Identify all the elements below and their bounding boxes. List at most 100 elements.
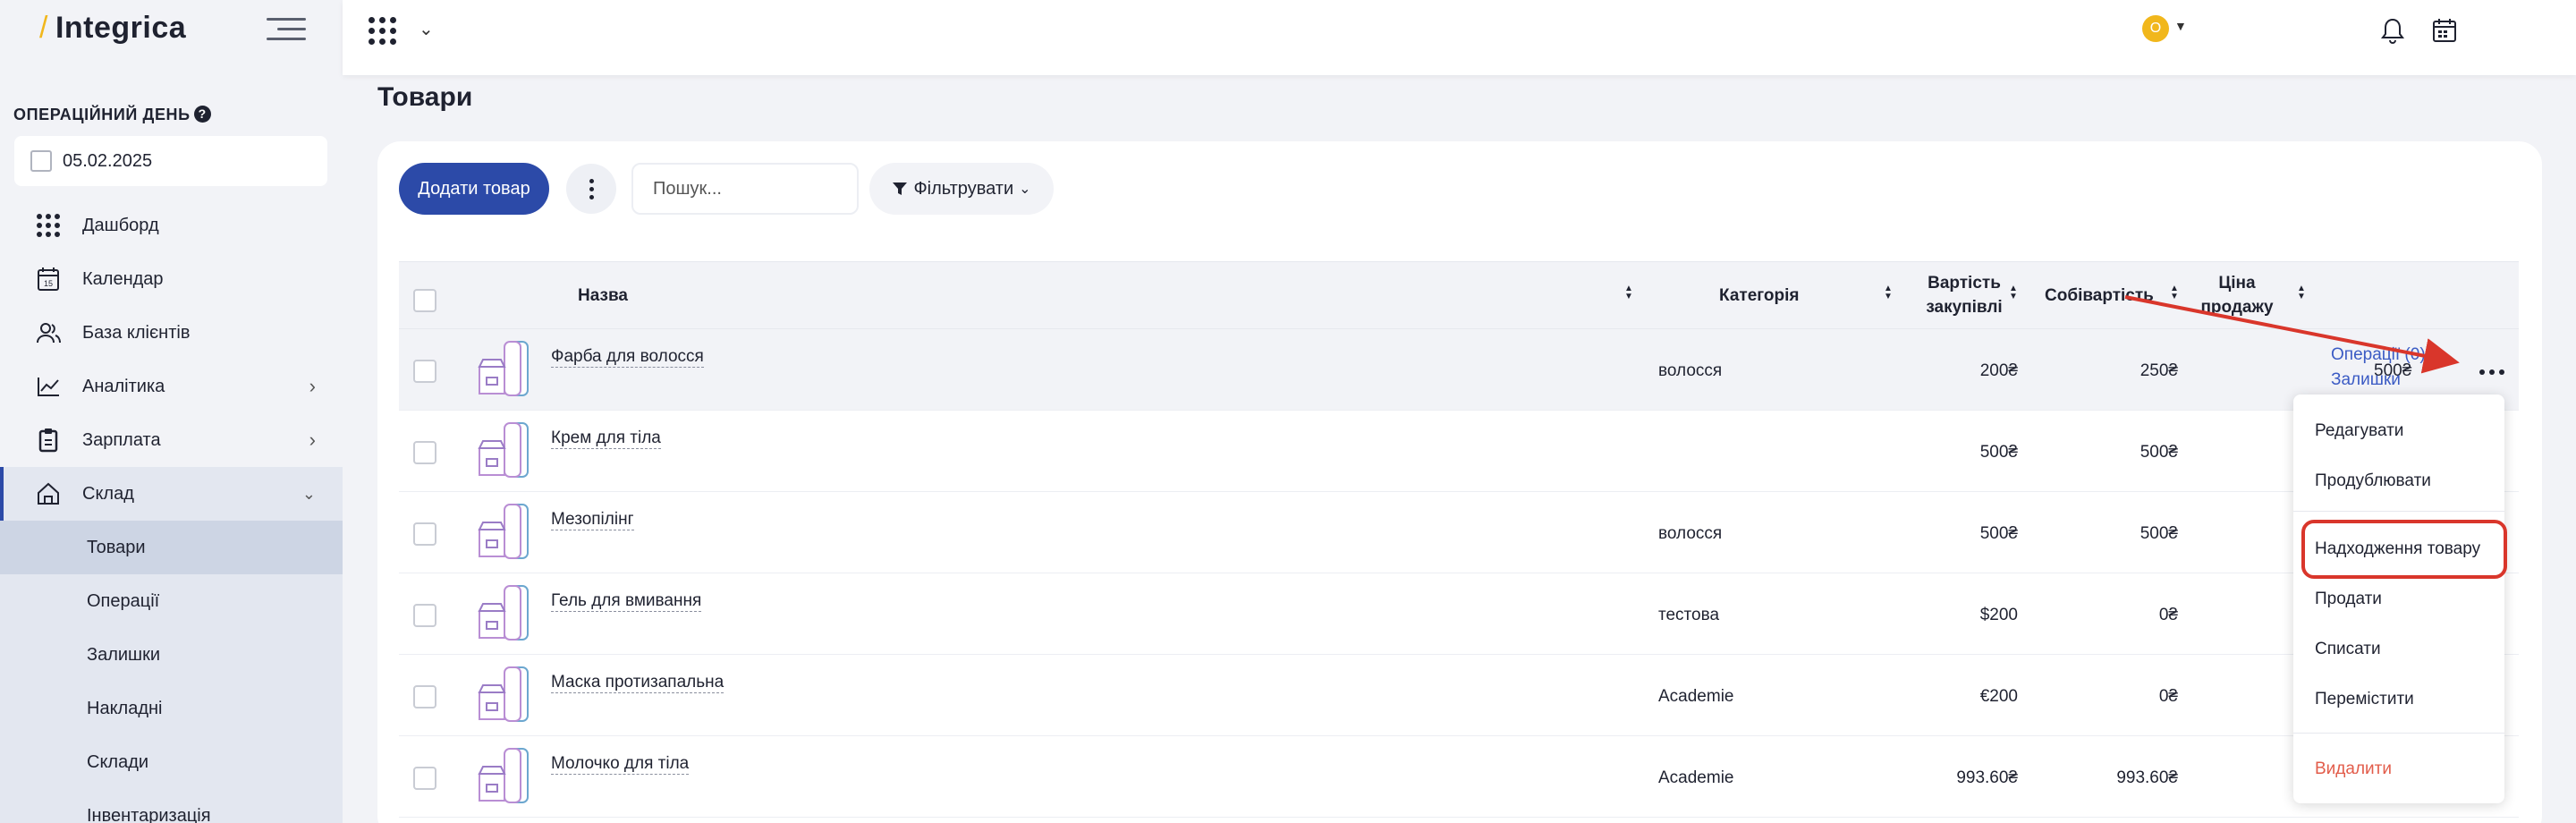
row-checkbox[interactable] <box>413 767 436 790</box>
search-input[interactable] <box>631 163 859 215</box>
grid-icon <box>36 213 61 238</box>
bell-icon[interactable] <box>2381 17 2406 44</box>
category-cell: тестова <box>1658 606 1720 624</box>
sidebar-item-analytics[interactable]: Аналітика › <box>0 360 343 413</box>
caret-down-icon[interactable]: ▼ <box>2174 19 2187 33</box>
column-header-cost[interactable]: Собівартість <box>2045 284 2154 308</box>
sidebar-item-calendar[interactable]: 15 Календар <box>0 252 343 306</box>
sort-icon[interactable] <box>2170 284 2179 301</box>
calendar-small-icon <box>30 150 52 172</box>
menu-item-move[interactable]: Перемістити <box>2315 690 2414 709</box>
row-checkbox[interactable] <box>413 522 436 546</box>
sidebar-item-label: Дашборд <box>82 215 159 235</box>
operations-link[interactable]: Операції (0) <box>2331 343 2426 368</box>
row-checkbox[interactable] <box>413 685 436 708</box>
date-value: 05.02.2025 <box>63 151 153 171</box>
sort-icon[interactable] <box>2009 284 2018 301</box>
row-actions-dropdown: Редагувати Продублювати Надходження това… <box>2293 395 2504 803</box>
topbar: ⌄ O ▼ <box>343 0 2576 75</box>
sort-icon[interactable] <box>1624 284 1633 301</box>
row-checkbox[interactable] <box>413 360 436 383</box>
filter-label: Фільтрувати <box>913 178 1014 199</box>
sidebar-item-warehouse[interactable]: Склад ⌄ <box>0 467 343 521</box>
sidebar-subitem-warehouses[interactable]: Склади <box>0 735 343 789</box>
chart-icon <box>36 374 61 399</box>
menu-toggle-icon[interactable] <box>267 18 306 43</box>
sidebar-item-clients[interactable]: База клієнтів <box>0 306 343 360</box>
sidebar-item-label: Склад <box>82 483 134 504</box>
cost-cell: 0₴ <box>2158 687 2178 706</box>
sidebar: / Integrica ОПЕРАЦІЙНИЙ ДЕНЬ? 05.02.2025 … <box>0 0 343 823</box>
category-cell: Academie <box>1658 687 1734 706</box>
logo-text: Integrica <box>55 11 187 45</box>
sort-icon[interactable] <box>2297 284 2306 301</box>
table-row[interactable]: Гель для вмиваннятестова$2000₴$40 <box>399 573 2519 655</box>
sidebar-subitem-products[interactable]: Товари <box>0 521 343 574</box>
clipboard-icon <box>36 428 61 453</box>
product-name-link[interactable]: Фарба для волосся <box>551 347 704 368</box>
chevron-down-icon[interactable]: ⌄ <box>419 18 434 40</box>
column-header-name[interactable]: Назва <box>578 284 628 308</box>
sidebar-item-label: Календар <box>82 268 164 289</box>
purchase-price-cell: $200 <box>1979 606 2018 624</box>
menu-item-sell[interactable]: Продати <box>2315 590 2382 609</box>
menu-item-write-off[interactable]: Списати <box>2315 640 2381 659</box>
table-row[interactable]: Маска протизапальнаAcademie€2000₴919.20 <box>399 655 2519 736</box>
filter-button[interactable]: Фільтрувати ⌄ <box>869 163 1054 215</box>
menu-item-delete[interactable]: Видалити <box>2315 759 2392 779</box>
row-menu-button[interactable] <box>2479 369 2504 375</box>
product-name-link[interactable]: Молочко для тіла <box>551 754 690 775</box>
add-product-button[interactable]: Додати товар <box>399 163 549 215</box>
sidebar-subitem-inventory[interactable]: Інвентаризація <box>0 789 343 823</box>
product-name-link[interactable]: Мезопілінг <box>551 510 634 530</box>
sidebar-item-label: База клієнтів <box>82 322 191 343</box>
table-row[interactable]: Мезопілінгволосся500₴500₴1,000 <box>399 492 2519 573</box>
category-cell: волосся <box>1658 524 1723 543</box>
users-icon <box>36 320 61 345</box>
avatar[interactable]: O <box>2142 15 2169 42</box>
menu-item-duplicate[interactable]: Продублювати <box>2315 471 2431 491</box>
svg-text:15: 15 <box>44 279 53 288</box>
sort-icon[interactable] <box>1884 284 1893 301</box>
stock-link[interactable]: Залишки <box>2331 368 2426 393</box>
sidebar-item-salary[interactable]: Зарплата › <box>0 413 343 467</box>
table-row[interactable]: Фарба для волосся волосся 200₴ 250₴ 500₴ <box>399 329 2519 411</box>
row-checkbox[interactable] <box>413 604 436 627</box>
table-row[interactable]: Крем для тіла500₴500₴2,000 <box>399 411 2519 492</box>
sidebar-item-label: Зарплата <box>82 429 161 450</box>
purchase-price-cell: 500₴ <box>1979 524 2018 543</box>
column-header-purchase-price[interactable]: Вартість закупівлі <box>1911 271 2018 319</box>
more-actions-button[interactable] <box>566 164 616 214</box>
column-header-sale-price[interactable]: Ціна продажу <box>2197 271 2277 319</box>
product-name-link[interactable]: Крем для тіла <box>551 428 661 449</box>
table-row[interactable]: Молочко для тілаAcademie993.60₴993.60₴1 <box>399 736 2519 818</box>
select-all-checkbox[interactable] <box>413 289 436 312</box>
home-icon <box>36 481 61 506</box>
menu-item-edit[interactable]: Редагувати <box>2315 421 2403 441</box>
chevron-down-icon: ⌄ <box>1019 182 1031 197</box>
product-name-link[interactable]: Гель для вмивання <box>551 591 702 612</box>
table-header: Назва Категорія Вартість закупівлі Собів… <box>399 261 2519 329</box>
row-checkbox[interactable] <box>413 441 436 464</box>
help-icon[interactable]: ? <box>193 106 211 123</box>
sidebar-item-dashboard[interactable]: Дашборд <box>0 199 343 252</box>
product-thumbnail <box>476 584 531 641</box>
purchase-price-cell: 200₴ <box>1979 361 2018 380</box>
cost-cell: 500₴ <box>2140 443 2178 462</box>
row-links: Операції (0) Залишки <box>2331 343 2426 393</box>
operational-day-date-field[interactable]: 05.02.2025 <box>14 136 327 186</box>
calendar-icon[interactable] <box>2432 17 2457 44</box>
sidebar-subitem-operations[interactable]: Операції <box>0 574 343 628</box>
sidebar-subitem-stock[interactable]: Залишки <box>0 628 343 682</box>
product-thumbnail <box>476 747 531 804</box>
sidebar-subitem-invoices[interactable]: Накладні <box>0 682 343 735</box>
column-header-category[interactable]: Категорія <box>1719 284 1800 308</box>
category-cell: волосся <box>1658 361 1723 380</box>
product-thumbnail <box>476 340 531 397</box>
product-thumbnail <box>476 503 531 560</box>
page-title: Товари <box>377 82 473 112</box>
product-name-link[interactable]: Маска протизапальна <box>551 673 724 693</box>
logo[interactable]: / Integrica <box>39 11 186 46</box>
operational-day-label: ОПЕРАЦІЙНИЙ ДЕНЬ? <box>13 106 211 124</box>
apps-grid-icon[interactable] <box>369 17 396 45</box>
